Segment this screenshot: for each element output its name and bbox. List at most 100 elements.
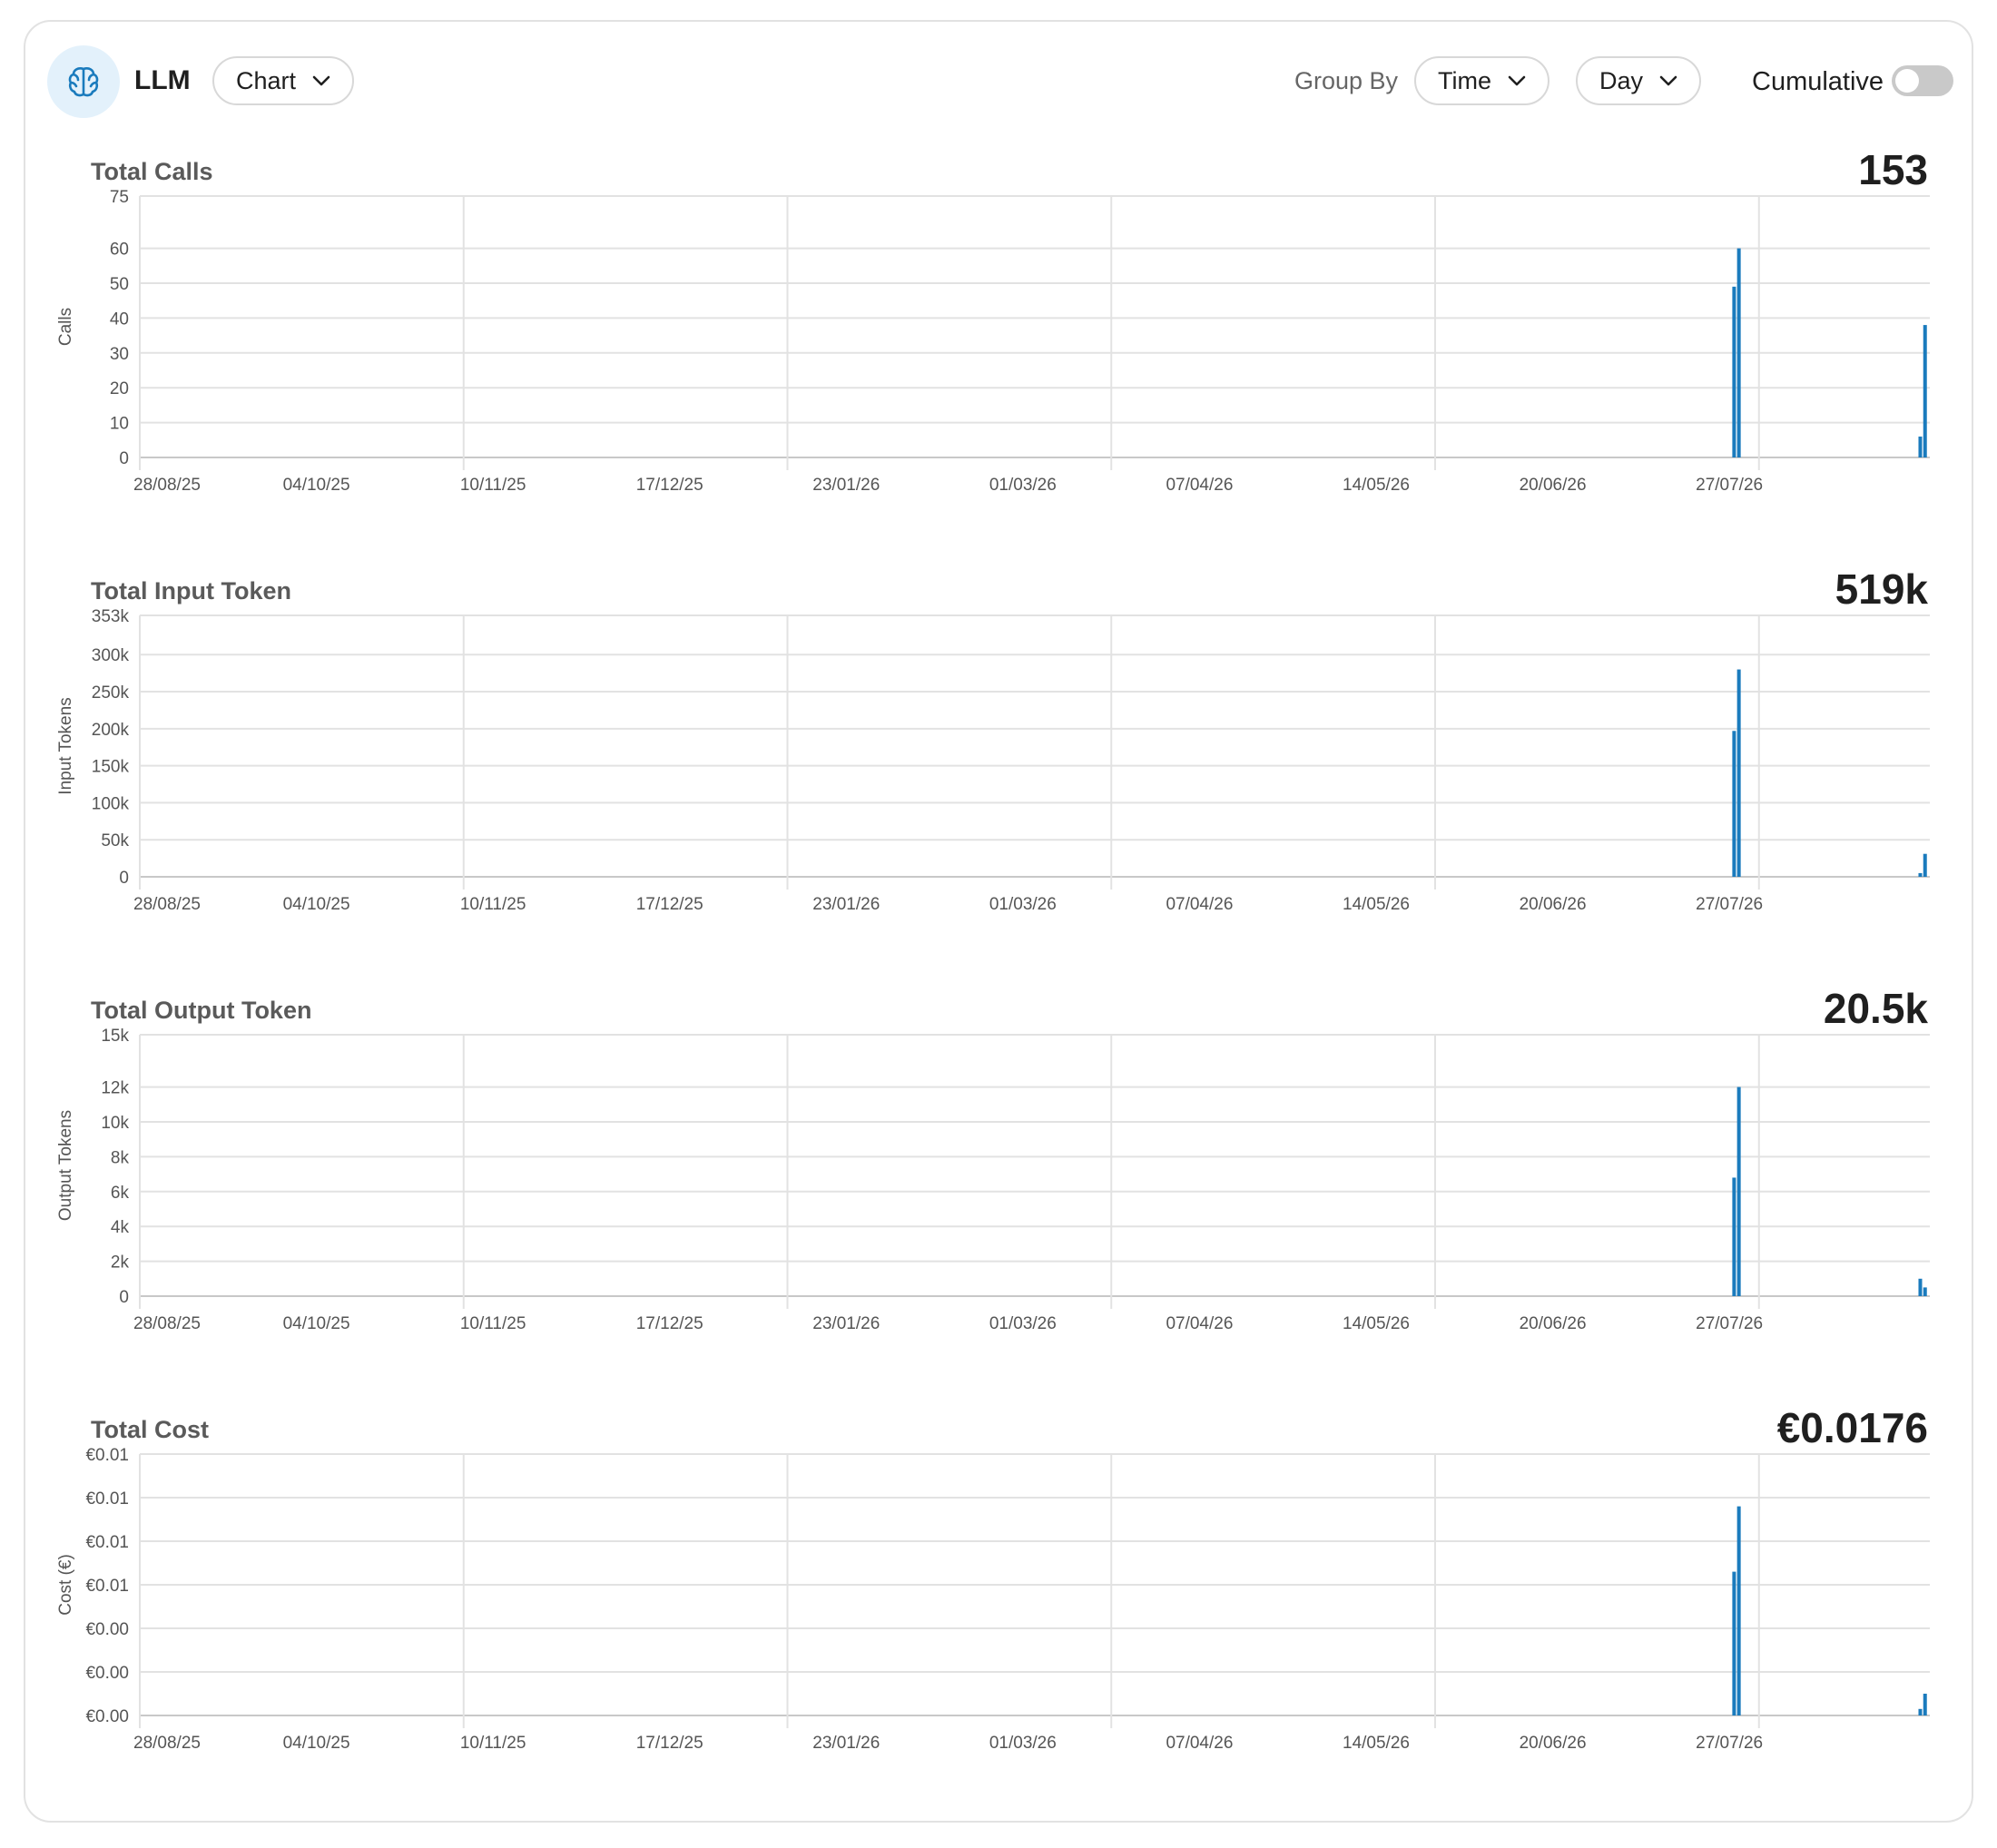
x-tick-label: 23/01/26	[812, 895, 880, 914]
data-bar	[1732, 286, 1736, 457]
panel-title: Total Output Token	[91, 997, 312, 1024]
y-tick-label: €0.00	[85, 1707, 129, 1726]
brain-icon-glyph	[68, 67, 99, 97]
x-tick-label: 23/01/26	[812, 1314, 880, 1333]
brain-icon	[47, 45, 120, 118]
data-bar	[1918, 1278, 1923, 1296]
view-select-value: Chart	[236, 66, 297, 94]
y-tick-label: 15k	[101, 1027, 129, 1046]
data-bar	[1923, 1287, 1927, 1296]
y-tick-label: 250k	[92, 683, 130, 703]
y-tick-label: 150k	[92, 758, 130, 777]
y-tick-label: 200k	[92, 721, 130, 740]
data-bar	[1732, 731, 1736, 877]
y-tick-label: 10k	[101, 1114, 129, 1133]
x-tick-label: 28/08/25	[133, 1314, 201, 1333]
group-by-value: Time	[1438, 66, 1491, 94]
x-tick-label: 20/06/26	[1520, 476, 1587, 495]
y-tick-label: 8k	[111, 1148, 130, 1167]
x-tick-label: 27/07/26	[1696, 1734, 1763, 1753]
y-tick-label: €0.01	[85, 1489, 129, 1509]
y-tick-label: 40	[110, 310, 129, 329]
data-bar	[1732, 1177, 1736, 1296]
data-bar	[1736, 1086, 1741, 1296]
y-axis-label: Input Tokens	[56, 697, 75, 794]
group-by-dropdown[interactable]: Time	[1414, 56, 1549, 105]
x-tick-label: 28/08/25	[133, 1734, 201, 1753]
data-bar	[1736, 1506, 1741, 1715]
y-tick-label: 12k	[101, 1079, 129, 1098]
x-tick-label: 07/04/26	[1166, 1734, 1233, 1753]
x-tick-label: 28/08/25	[133, 895, 201, 914]
x-tick-label: 14/05/26	[1343, 895, 1410, 914]
x-tick-label: 01/03/26	[989, 1314, 1057, 1333]
y-tick-label: 30	[110, 345, 129, 364]
x-tick-label: 17/12/25	[636, 476, 703, 495]
x-tick-label: 20/06/26	[1520, 1314, 1587, 1333]
y-tick-label: 0	[119, 449, 129, 468]
x-tick-label: 01/03/26	[989, 895, 1057, 914]
x-tick-label: 07/04/26	[1166, 895, 1233, 914]
data-bar	[1736, 248, 1741, 457]
y-tick-label: 4k	[111, 1218, 130, 1237]
input-tokens-panel: Total Input Token 519k 0 50k 100k 150k 200k 2…	[25, 565, 1972, 995]
panel-title: Total Input Token	[91, 577, 291, 605]
x-tick-label: 04/10/25	[283, 1734, 350, 1753]
y-tick-label: 2k	[111, 1253, 130, 1273]
x-tick-label: 10/11/25	[460, 895, 526, 914]
x-tick-label: 01/03/26	[989, 1734, 1057, 1753]
chevron-down-icon	[1659, 75, 1677, 86]
x-tick-label: 27/07/26	[1696, 476, 1763, 495]
data-bar	[1732, 1571, 1736, 1715]
data-bar	[1736, 669, 1741, 877]
x-tick-label: 17/12/25	[636, 895, 703, 914]
x-tick-label: 07/04/26	[1166, 476, 1233, 495]
view-select-dropdown[interactable]: Chart	[212, 56, 355, 105]
x-tick-label: 23/01/26	[812, 1734, 880, 1753]
y-tick-label: 6k	[111, 1184, 130, 1203]
data-bar	[1918, 436, 1923, 457]
y-tick-label: 20	[110, 379, 129, 398]
y-tick-label: €0.01	[85, 1577, 129, 1596]
x-tick-label: 17/12/25	[636, 1734, 703, 1753]
y-tick-label: 75	[110, 188, 129, 207]
y-tick-label: 0	[119, 869, 129, 888]
calls-chart: 0 10 20 30 40 50 60 75 28/08/25 04/10/25 10/11/25 1…	[56, 188, 1930, 495]
interval-dropdown[interactable]: Day	[1576, 56, 1702, 105]
y-tick-label: €0.00	[85, 1664, 129, 1683]
y-axis-label: Cost (€)	[56, 1554, 75, 1616]
y-axis-label: Calls	[56, 308, 75, 346]
y-tick-label: 353k	[92, 607, 130, 626]
x-tick-label: 28/08/25	[133, 476, 201, 495]
y-tick-label: €0.00	[85, 1620, 129, 1639]
data-bar	[1923, 853, 1927, 877]
data-bar	[1923, 325, 1927, 457]
x-tick-label: 04/10/25	[283, 895, 350, 914]
cumulative-toggle[interactable]	[1892, 65, 1953, 96]
x-tick-label: 14/05/26	[1343, 1734, 1410, 1753]
x-tick-label: 10/11/25	[460, 476, 526, 495]
y-axis-label: Output Tokens	[56, 1110, 75, 1221]
cumulative-label: Cumulative	[1752, 67, 1884, 96]
input-tokens-chart: 0 50k 100k 150k 200k 250k 300k 353k 28/08/25 04/1…	[56, 607, 1930, 914]
cost-panel: Total Cost €0.0176 €0.00 €0.00 €0.00 €0.01 €…	[25, 1404, 1972, 1833]
x-tick-label: 07/04/26	[1166, 1314, 1233, 1333]
chevron-down-icon	[312, 75, 330, 86]
x-tick-label: 04/10/25	[283, 1314, 350, 1333]
llm-usage-card: LLM Chart Group By Time Day Cumulative T…	[24, 20, 1973, 1823]
x-tick-label: 27/07/26	[1696, 1314, 1763, 1333]
x-tick-label: 10/11/25	[460, 1734, 526, 1753]
x-tick-label: 04/10/25	[283, 476, 350, 495]
x-tick-label: 23/01/26	[812, 476, 880, 495]
panel-title: Total Calls	[91, 158, 213, 185]
x-tick-label: 27/07/26	[1696, 895, 1763, 914]
y-tick-label: 100k	[92, 794, 130, 813]
y-tick-label: 60	[110, 241, 129, 260]
x-tick-label: 14/05/26	[1343, 476, 1410, 495]
panel-title: Total Cost	[91, 1416, 209, 1443]
interval-value: Day	[1599, 66, 1644, 94]
x-tick-label: 20/06/26	[1520, 895, 1587, 914]
data-bar	[1918, 872, 1923, 877]
group-by-label: Group By	[1294, 67, 1399, 94]
y-tick-label: €0.01	[85, 1446, 129, 1465]
